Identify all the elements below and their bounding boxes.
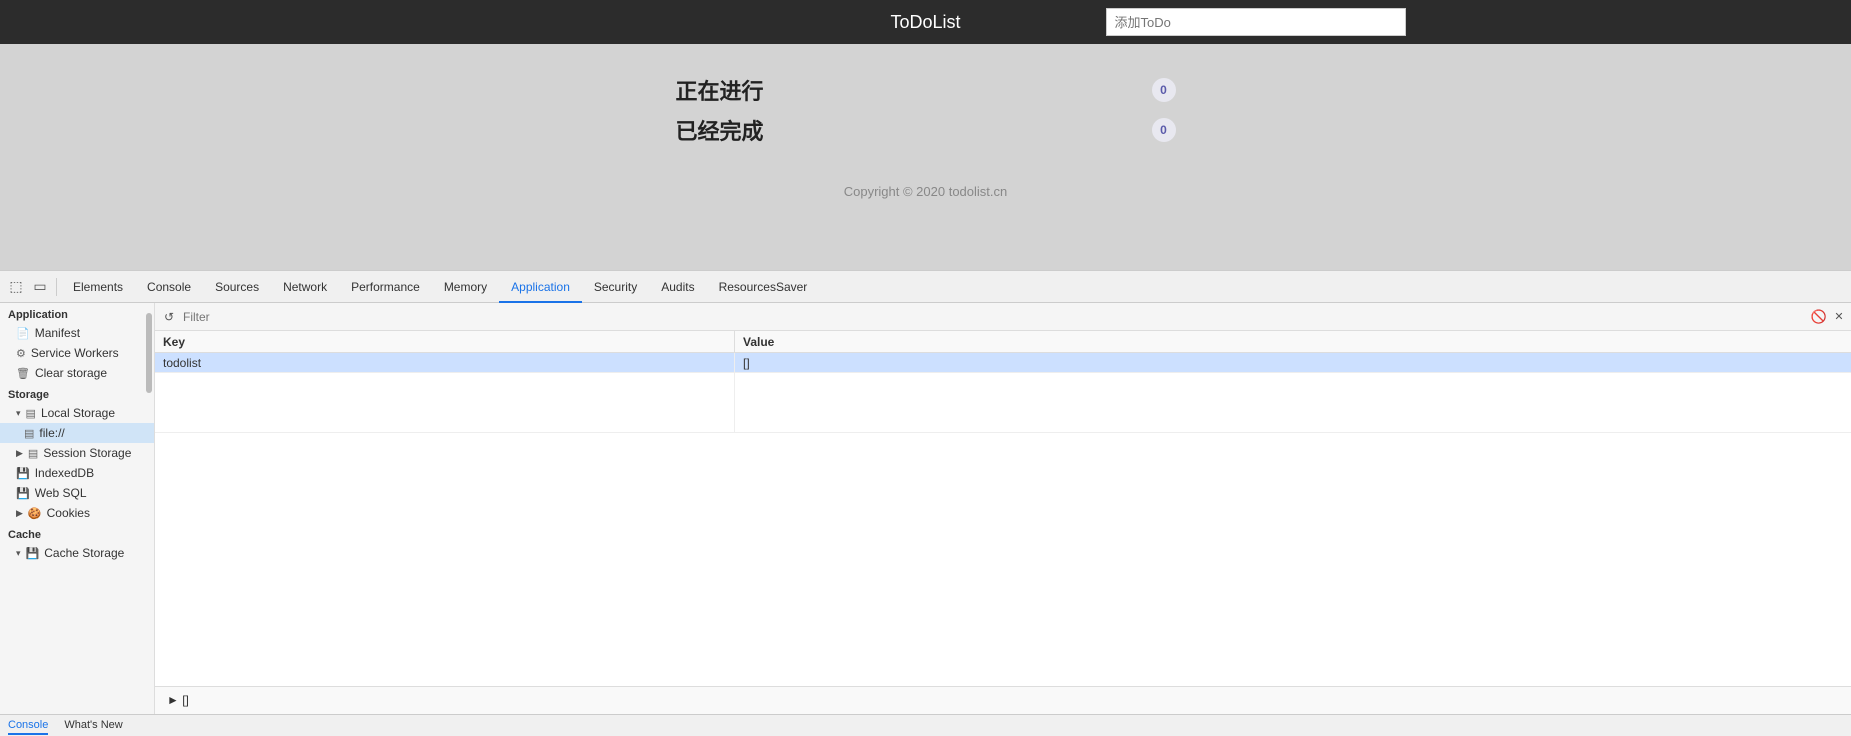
clear-storage-icon: 🗑 (16, 367, 30, 380)
sidebar-item-local-storage[interactable]: ▾ ▤ Local Storage (0, 403, 154, 423)
sidebar-item-web-sql[interactable]: 💾 Web SQL (0, 483, 154, 503)
completed-label: 已经完成 (676, 114, 764, 146)
sidebar-section-storage: Storage (0, 383, 154, 403)
sidebar-item-file[interactable]: ▤ file:// (0, 423, 154, 443)
sidebar-item-clear-storage-label: Clear storage (35, 366, 107, 380)
sidebar-item-session-storage-label: Session Storage (43, 446, 131, 460)
tab-network[interactable]: Network (271, 271, 339, 303)
sidebar-item-indexeddb[interactable]: 💾 IndexedDB (0, 463, 154, 483)
tab-elements[interactable]: Elements (61, 271, 135, 303)
tab-console[interactable]: Console (135, 271, 203, 303)
sidebar-section-cache: Cache (0, 523, 154, 543)
tab-sources[interactable]: Sources (203, 271, 271, 303)
sidebar-item-file-label: file:// (39, 426, 64, 440)
indexeddb-icon: 💾 (16, 467, 30, 480)
app-content: 正在进行 0 已经完成 0 Copyright © 2020 todolist.… (0, 44, 1851, 199)
filter-input[interactable] (183, 307, 993, 327)
web-sql-icon: 💾 (16, 487, 30, 500)
col-value: Value (735, 331, 1851, 352)
sidebar-item-manifest[interactable]: 📄 Manifest (0, 323, 154, 343)
devtools-panel: ⬚ ▭ Elements Console Sources Network Per… (0, 270, 1851, 736)
in-progress-count: 0 (1152, 78, 1176, 102)
file-icon: ▤ (24, 427, 34, 440)
sidebar-item-service-workers[interactable]: ⚙ Service Workers (0, 343, 154, 363)
sidebar-item-cookies[interactable]: ▶ 🍪 Cookies (0, 503, 154, 523)
sidebar-item-manifest-label: Manifest (35, 326, 80, 340)
cell-key: todolist (155, 353, 735, 372)
add-todo-input[interactable] (1106, 8, 1406, 36)
bottom-bar: Console What's New (0, 714, 1851, 736)
sidebar-item-service-workers-label: Service Workers (31, 346, 119, 360)
bottom-tab-console[interactable]: Console (8, 717, 48, 735)
devtools-body: Application 📄 Manifest ⚙ Service Workers… (0, 303, 1851, 714)
tab-performance[interactable]: Performance (339, 271, 432, 303)
sidebar-item-clear-storage[interactable]: 🗑 Clear storage (0, 363, 154, 383)
copyright-text: Copyright © 2020 todolist.cn (844, 184, 1008, 199)
empty-cell-key (155, 373, 735, 432)
refresh-button[interactable]: ↺ (159, 307, 179, 327)
value-preview: ► [] (155, 686, 1851, 714)
app-header: ToDoList (0, 0, 1851, 44)
sidebar-item-indexeddb-label: IndexedDB (35, 466, 94, 480)
tab-application[interactable]: Application (499, 271, 582, 303)
table-row[interactable]: todolist [] (155, 353, 1851, 373)
sidebar-item-local-storage-label: Local Storage (41, 406, 115, 420)
sidebar-item-cache-storage-label: Cache Storage (44, 546, 124, 560)
local-storage-icon: ▤ (26, 407, 36, 420)
sidebar-section-application: Application (0, 303, 154, 323)
tab-resourcessaver[interactable]: ResourcesSaver (707, 271, 820, 303)
devtools-tab-bar: ⬚ ▭ Elements Console Sources Network Per… (0, 271, 1851, 303)
sidebar-item-session-storage[interactable]: ▶ ▤ Session Storage (0, 443, 154, 463)
filter-bar: ↺ 🚫 ✕ (155, 303, 1851, 331)
cookies-icon: 🍪 (28, 507, 42, 520)
table-header: Key Value (155, 331, 1851, 353)
filter-close-icon[interactable]: ✕ (1831, 309, 1847, 325)
completed-section: 已经完成 0 (676, 114, 1176, 146)
in-progress-label: 正在进行 (676, 74, 764, 106)
table-body: todolist [] (155, 353, 1851, 686)
session-storage-arrow: ▶ (16, 448, 23, 459)
cell-value: [] (735, 353, 1851, 372)
empty-row (155, 373, 1851, 433)
device-icon[interactable]: ▭ (28, 275, 52, 299)
cache-storage-icon: 💾 (26, 547, 40, 560)
cookies-arrow: ▶ (16, 508, 23, 519)
service-workers-icon: ⚙ (16, 347, 26, 360)
col-key: Key (155, 331, 735, 352)
local-storage-arrow: ▾ (16, 408, 21, 419)
sidebar-item-web-sql-label: Web SQL (35, 486, 87, 500)
in-progress-section: 正在进行 0 (676, 74, 1176, 106)
sidebar-scrollbar[interactable] (146, 313, 152, 393)
main-panel: ↺ 🚫 ✕ Key Value todolist [] (155, 303, 1851, 714)
app-title: ToDoList (890, 12, 960, 33)
tab-audits[interactable]: Audits (649, 271, 706, 303)
tab-memory[interactable]: Memory (432, 271, 499, 303)
devtools-sidebar: Application 📄 Manifest ⚙ Service Workers… (0, 303, 155, 714)
cache-storage-arrow: ▾ (16, 548, 21, 559)
tab-security[interactable]: Security (582, 271, 649, 303)
manifest-icon: 📄 (16, 327, 30, 340)
bottom-tab-whats-new[interactable]: What's New (64, 717, 122, 735)
sidebar-item-cookies-label: Cookies (47, 506, 90, 520)
sidebar-item-cache-storage[interactable]: ▾ 💾 Cache Storage (0, 543, 154, 563)
empty-cell-value (735, 373, 1851, 432)
add-todo-wrapper (1106, 8, 1406, 36)
completed-count: 0 (1152, 118, 1176, 142)
filter-block-icon[interactable]: 🚫 (1811, 309, 1827, 325)
session-storage-icon: ▤ (28, 447, 38, 460)
inspect-icon[interactable]: ⬚ (4, 275, 28, 299)
tab-divider (56, 278, 57, 296)
